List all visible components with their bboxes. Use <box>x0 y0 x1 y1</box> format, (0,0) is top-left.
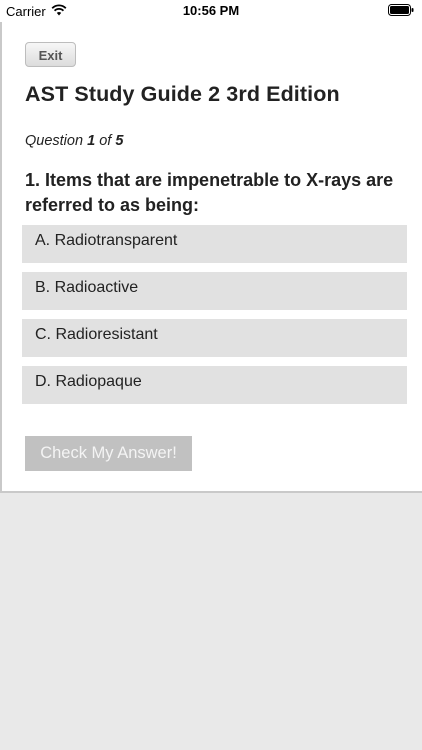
question-counter-prefix: Question <box>25 133 84 149</box>
check-answer-button[interactable]: Check My Answer! <box>25 436 192 471</box>
question-text: 1. Items that are impenetrable to X-rays… <box>25 170 394 215</box>
question-counter: Question 1 of 5 <box>25 133 123 149</box>
status-time: 10:56 PM <box>182 3 240 18</box>
question-total: 5 <box>115 133 124 149</box>
answer-option-a[interactable]: A. Radiotransparent <box>22 225 407 263</box>
answer-option-c[interactable]: C. Radioresistant <box>22 319 407 357</box>
answer-option-d[interactable]: D. Radiopaque <box>22 366 407 404</box>
answer-list: A. Radiotransparent B. Radioactive C. Ra… <box>22 225 407 413</box>
exit-button[interactable]: Exit <box>25 42 76 67</box>
question-counter-of: of <box>99 133 112 149</box>
quiz-card: Exit AST Study Guide 2 3rd Edition Quest… <box>0 22 422 493</box>
status-bar: Carrier 10:56 PM <box>0 0 422 22</box>
answer-option-b[interactable]: B. Radioactive <box>22 272 407 310</box>
battery-icon <box>388 4 414 16</box>
question-current: 1 <box>87 133 96 149</box>
page-title: AST Study Guide 2 3rd Edition <box>25 82 340 106</box>
